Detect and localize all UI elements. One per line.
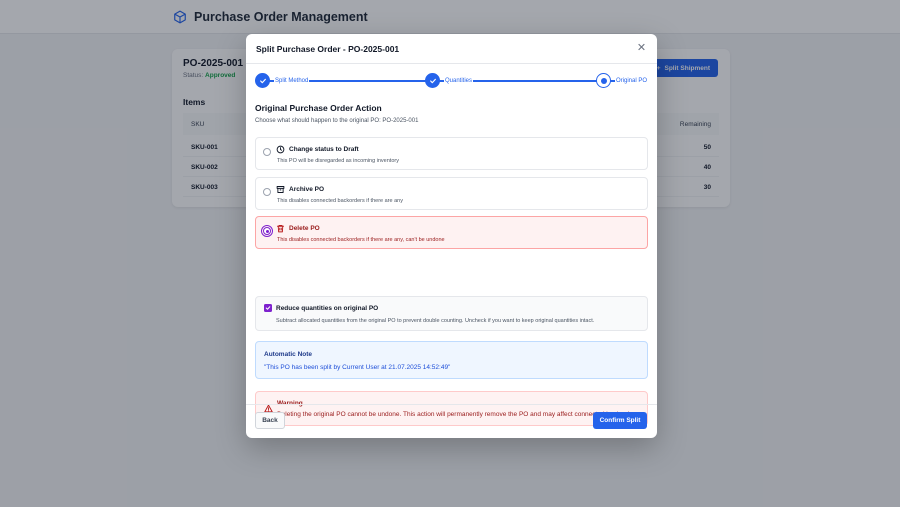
step-label: Split Method [274, 77, 310, 84]
option-description: This PO will be disregarded as incoming … [277, 158, 399, 164]
option-title: Change status to Draft [289, 146, 359, 153]
back-button[interactable]: Back [255, 412, 285, 429]
modal-header: Split Purchase Order - PO-2025-001 ✕ [246, 34, 657, 64]
step-split-method: Split Method [255, 73, 310, 88]
option-change-to-draft[interactable]: Change status to Draft This PO will be d… [255, 137, 648, 170]
automatic-note-title: Automatic Note [264, 351, 313, 358]
reduce-quantities-box: Reduce quantities on original PO Subtrac… [255, 296, 648, 331]
option-title: Archive PO [289, 186, 325, 193]
close-icon[interactable]: ✕ [636, 43, 647, 54]
radio-button[interactable] [263, 148, 271, 156]
reduce-quantities-checkbox[interactable] [264, 304, 272, 312]
section-description: Choose what should happen to the origina… [255, 118, 419, 124]
option-archive-po[interactable]: Archive PO This disables connected backo… [255, 177, 648, 210]
step-quantities: Quantities [425, 73, 474, 88]
step-label: Original PO [615, 77, 648, 84]
step-original-po: Original PO [596, 73, 648, 88]
stepper: Split Method Quantities Original PO [255, 73, 648, 89]
reduce-quantities-description: Subtract allocated quantities from the o… [276, 318, 595, 324]
step-label: Quantities [444, 77, 474, 84]
trash-icon [276, 224, 285, 233]
modal-footer: Back Confirm Split [246, 404, 657, 438]
option-description: This disables connected backorders if th… [277, 198, 403, 204]
check-icon [255, 73, 270, 88]
option-title: Delete PO [289, 225, 320, 232]
confirm-split-button[interactable]: Confirm Split [593, 412, 647, 429]
current-step-icon [596, 73, 611, 88]
clock-icon [276, 145, 285, 154]
automatic-note-box: Automatic Note "This PO has been split b… [255, 341, 648, 379]
check-icon [425, 73, 440, 88]
modal-title: Split Purchase Order - PO-2025-001 [256, 44, 400, 54]
archive-icon [276, 185, 285, 194]
option-description: This disables connected backorders if th… [277, 237, 445, 243]
option-delete-po[interactable]: Delete PO This disables connected backor… [255, 216, 648, 249]
section-title: Original Purchase Order Action [255, 103, 382, 113]
radio-button[interactable] [263, 188, 271, 196]
automatic-note-text: "This PO has been split by Current User … [264, 364, 451, 371]
split-po-modal: Split Purchase Order - PO-2025-001 ✕ Spl… [246, 34, 657, 438]
radio-button[interactable] [261, 225, 273, 237]
reduce-quantities-title: Reduce quantities on original PO [276, 305, 379, 312]
